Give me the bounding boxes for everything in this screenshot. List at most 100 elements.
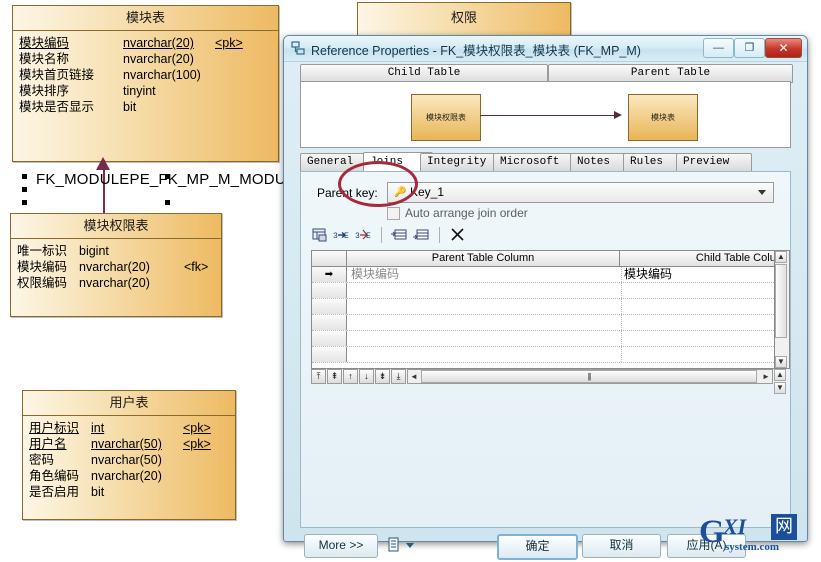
entity-title: 权限 xyxy=(450,10,477,25)
selection-handle[interactable] xyxy=(22,200,27,205)
entity-title: 模块权限表 xyxy=(11,214,221,239)
table-row[interactable] xyxy=(312,283,774,299)
close-button[interactable]: ✕ xyxy=(765,38,802,58)
grid-header-selector xyxy=(312,251,347,266)
entity-attribute-list: 用户标识 int <pk> 用户名 nvarchar(50) <pk> 密码 n… xyxy=(23,416,235,505)
scroll-up-button[interactable]: ▲ xyxy=(775,251,787,263)
delete-row-icon[interactable] xyxy=(449,226,467,244)
grid-navigation-bar: ⤒ ⇞ ↑ ↓ ⇟ ⤓ ◄ ||| ► xyxy=(311,369,773,385)
attribute-name: 模块编码 xyxy=(19,36,70,50)
cancel-button[interactable]: 取消 xyxy=(582,534,661,558)
auto-arrange-join-order-row[interactable]: Auto arrange join order xyxy=(387,206,528,220)
close-icon: ✕ xyxy=(778,41,789,55)
attribute-type: nvarchar(20) xyxy=(91,469,162,483)
auto-arrange-checkbox[interactable] xyxy=(387,206,400,220)
entity-permission-table[interactable]: 权限 xyxy=(357,2,571,36)
grid-vertical-scrollbar[interactable]: ▲ ▼ xyxy=(774,250,790,369)
cell-parent-column[interactable] xyxy=(347,315,622,330)
grid-header-child-column[interactable]: Child Table Column xyxy=(620,251,774,266)
nav-down-button[interactable]: ↓ xyxy=(359,369,374,384)
entity-module-table[interactable]: 模块表 模块编码 nvarchar(20) <pk> 模块名称 nvarchar… xyxy=(12,5,279,162)
reference-properties-dialog: Reference Properties - FK_模块权限表_模块表 (FK_… xyxy=(283,35,808,560)
entity-attribute-row: 用户名 nvarchar(50) <pk> xyxy=(29,436,229,452)
properties-icon[interactable] xyxy=(311,226,329,244)
ok-button[interactable]: 确定 xyxy=(497,534,578,560)
nav-up-button[interactable]: ↑ xyxy=(343,369,358,384)
cell-child-column[interactable]: 模块编码 xyxy=(620,267,774,282)
attribute-key: <pk> xyxy=(183,437,211,451)
cell-child-column[interactable] xyxy=(620,347,774,362)
row-marker-icon xyxy=(312,347,347,362)
nav-first-button[interactable]: ⤒ xyxy=(311,369,326,384)
attribute-name: 模块排序 xyxy=(19,84,70,98)
scroll-down-button[interactable]: ▼ xyxy=(775,356,787,368)
cell-child-column[interactable] xyxy=(620,283,774,298)
entity-module-permission-table[interactable]: 模块权限表 唯一标识 bigint 模块编码 nvarchar(20) <fk>… xyxy=(10,213,222,317)
more-button[interactable]: More >> xyxy=(304,534,378,558)
cell-parent-column[interactable] xyxy=(347,347,622,362)
maximize-icon: ❐ xyxy=(744,42,755,54)
attribute-name: 角色编码 xyxy=(29,469,80,483)
joins-grid[interactable]: Parent Table Column Child Table Column ➡… xyxy=(311,250,775,369)
insert-row-icon[interactable] xyxy=(391,226,409,244)
attribute-key: <pk> xyxy=(215,36,243,50)
spinner-down-button[interactable]: ▼ xyxy=(774,382,786,394)
table-row[interactable] xyxy=(312,331,774,347)
nav-pageup-button[interactable]: ⇞ xyxy=(327,369,342,384)
entity-attribute-row: 是否启用 bit xyxy=(29,484,229,500)
spinner-up-button[interactable]: ▲ xyxy=(774,369,786,381)
cell-parent-column[interactable]: 模块编码 xyxy=(347,267,622,282)
cell-parent-column[interactable] xyxy=(347,283,622,298)
cell-parent-column[interactable] xyxy=(347,299,622,314)
add-join-left-icon[interactable]: 3 E xyxy=(333,226,351,244)
attribute-name: 模块首页链接 xyxy=(19,68,95,82)
scroll-left-icon[interactable]: ◄ xyxy=(408,370,420,383)
annotation-ellipse xyxy=(338,161,418,207)
selection-handle[interactable] xyxy=(165,200,170,205)
watermark: G XI 网 system.com xyxy=(699,514,817,558)
cell-child-column[interactable] xyxy=(620,299,774,314)
mini-parent-table[interactable]: 模块表 xyxy=(628,94,698,141)
parent-key-select[interactable]: 🔑 Key_1 xyxy=(387,182,774,203)
svg-text:E: E xyxy=(366,232,371,241)
attribute-name: 模块编码 xyxy=(17,260,68,274)
watermark-g: G xyxy=(699,514,725,550)
attribute-type: tinyint xyxy=(123,84,156,98)
maximize-button[interactable]: ❐ xyxy=(734,38,765,58)
table-row[interactable] xyxy=(312,299,774,315)
add-join-right-icon[interactable]: 3 E xyxy=(355,226,373,244)
attribute-name: 唯一标识 xyxy=(17,244,68,258)
cell-parent-column[interactable] xyxy=(347,331,622,346)
entity-user-table[interactable]: 用户表 用户标识 int <pk> 用户名 nvarchar(50) <pk> … xyxy=(22,390,236,520)
cell-child-column[interactable] xyxy=(620,331,774,346)
mini-child-table[interactable]: 模块权限表 xyxy=(411,94,481,141)
print-icon[interactable] xyxy=(386,536,402,554)
selection-handle[interactable] xyxy=(22,174,27,179)
entity-attribute-row: 角色编码 nvarchar(20) xyxy=(29,468,229,484)
print-dropdown-icon[interactable] xyxy=(406,543,414,548)
scrollbar-thumb[interactable] xyxy=(775,264,787,338)
grid-header-parent-column[interactable]: Parent Table Column xyxy=(347,251,620,266)
cell-child-column[interactable] xyxy=(620,315,774,330)
table-row[interactable] xyxy=(312,347,774,363)
nav-pagedown-button[interactable]: ⇟ xyxy=(375,369,390,384)
dialog-titlebar[interactable]: Reference Properties - FK_模块权限表_模块表 (FK_… xyxy=(284,36,807,62)
nav-last-button[interactable]: ⤓ xyxy=(391,369,406,384)
svg-text:3: 3 xyxy=(355,232,360,241)
entity-attribute-row: 模块是否显示 bit xyxy=(19,99,272,115)
append-row-icon[interactable] xyxy=(413,226,431,244)
attribute-name: 是否启用 xyxy=(29,485,80,499)
minimize-button[interactable]: — xyxy=(703,38,734,58)
grid-row-spinner[interactable]: ▲ ▼ xyxy=(774,369,788,395)
tab-preview[interactable]: Preview xyxy=(676,153,752,172)
table-row[interactable] xyxy=(312,315,774,331)
chevron-down-icon: ▼ xyxy=(776,383,784,392)
grid-horizontal-scrollbar[interactable]: ◄ ||| ► xyxy=(407,369,773,384)
selection-handle[interactable] xyxy=(22,187,27,192)
attribute-name: 权限编码 xyxy=(17,276,68,290)
table-row[interactable]: ➡ 模块编码 模块编码 xyxy=(312,267,774,283)
watermark-xi: XI xyxy=(723,514,747,539)
scroll-right-icon[interactable]: ► xyxy=(760,370,772,383)
hscrollbar-thumb[interactable]: ||| xyxy=(421,370,757,383)
relationship-label: FK_MODULEPE_FK_MP_M_MODULE xyxy=(36,171,305,188)
